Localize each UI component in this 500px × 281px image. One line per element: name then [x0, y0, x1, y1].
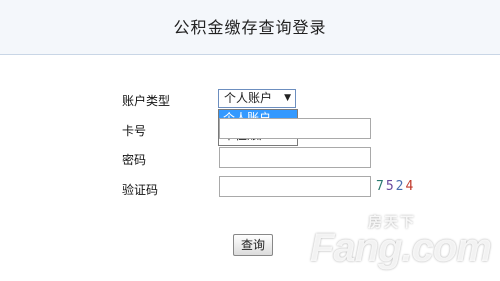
login-page: 公积金缴存查询登录 账户类型 个人账户 ▼ 个人账户 单位账户 卡号 密码 验证…	[0, 0, 500, 281]
chevron-down-icon: ▼	[284, 93, 291, 103]
captcha-char: 7	[376, 179, 386, 194]
captcha-label: 验证码	[122, 183, 159, 197]
captcha-char: 2	[395, 179, 406, 194]
watermark-en-text: Fang.com	[310, 226, 492, 270]
fang-watermark-logo: 房天下 Fang.com	[310, 212, 500, 278]
account-type-select[interactable]: 个人账户 ▼	[218, 89, 296, 108]
captcha-input[interactable]	[219, 176, 371, 197]
query-button[interactable]: 查询	[233, 234, 273, 256]
captcha-char: 5	[385, 179, 396, 194]
account-type-selected-value: 个人账户	[224, 91, 273, 105]
page-title: 公积金缴存查询登录	[173, 18, 327, 37]
card-number-label: 卡号	[122, 124, 147, 138]
password-input[interactable]	[219, 147, 371, 168]
password-label: 密码	[122, 153, 147, 167]
captcha-image[interactable]: 7524	[376, 179, 415, 194]
captcha-char: 4	[405, 179, 416, 194]
header-bar: 公积金缴存查询登录	[0, 0, 500, 55]
account-type-label: 账户类型	[122, 94, 171, 108]
card-number-input[interactable]	[219, 118, 371, 139]
